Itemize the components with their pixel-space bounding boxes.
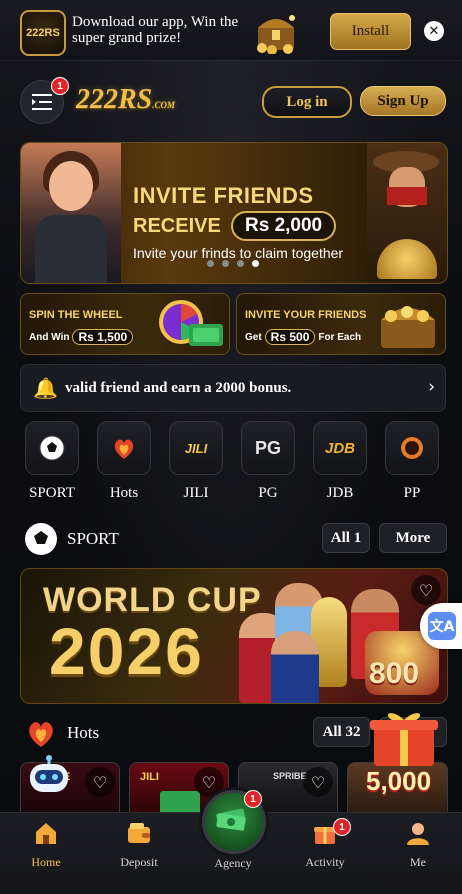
announcement-text: valid friend and earn a 2000 bonus. [65, 380, 292, 396]
close-icon[interactable]: ✕ [424, 21, 444, 41]
nav-me[interactable]: Me [383, 820, 453, 870]
prize-wheel-icon [159, 300, 223, 346]
nav-deposit[interactable]: Deposit [104, 820, 174, 870]
nav-label: Deposit [120, 855, 158, 869]
carousel-dot-active[interactable] [252, 260, 259, 267]
promo-amount: Rs 1,500 [72, 329, 134, 345]
announcement-bar[interactable]: 🔔 valid friend and earn a 2000 bonus. › [20, 364, 446, 412]
category-label: PG [258, 485, 278, 501]
home-icon [36, 823, 56, 844]
promo-prefix: Get [245, 331, 262, 343]
sport-more-button[interactable]: More [379, 523, 447, 553]
bell-icon: 🔔 [33, 376, 58, 400]
carousel-indicators [207, 260, 259, 267]
flame-heart-icon [29, 722, 53, 747]
brand-logo[interactable]: 222RS.COM [76, 84, 175, 116]
world-cup-banner[interactable]: WORLD CUP 2026 800 ♡ [20, 568, 448, 704]
sport-all-button[interactable]: All 1 [322, 523, 370, 553]
category-hots[interactable]: Hots [96, 421, 152, 502]
hots-section-title: Hots [67, 723, 100, 742]
category-pp[interactable]: PP [384, 421, 440, 502]
login-button[interactable]: Log in [262, 86, 352, 118]
all-count: 1 [353, 529, 362, 546]
menu-list-icon [32, 94, 52, 110]
nav-label: Me [410, 855, 426, 869]
banner-receive-label: RECEIVE [133, 215, 221, 237]
spin-wheel-card[interactable]: SPIN THE WHEEL And Win Rs 1,500 [20, 293, 230, 355]
nav-agency[interactable]: Agency [198, 852, 268, 871]
translate-icon: 文A [428, 612, 456, 640]
flame-heart-icon [97, 421, 151, 475]
banner-woman-illustration [21, 143, 121, 283]
promo-line: And Win Rs 1,500 [29, 329, 134, 345]
world-cup-prize: 800 [369, 657, 420, 690]
category-pg[interactable]: PG PG [240, 421, 296, 502]
signup-button[interactable]: Sign Up [360, 86, 446, 116]
favorite-heart-icon[interactable]: ♡ [411, 575, 441, 605]
category-label: SPORT [29, 485, 75, 501]
game-provider-tag: SPRIBE [273, 771, 307, 781]
pg-logo-icon: PG [241, 421, 295, 475]
treasure-chest-icon [381, 306, 435, 348]
jili-logo-icon: JILI [169, 421, 223, 475]
user-icon [407, 823, 429, 845]
world-cup-year: 2026 [49, 614, 204, 688]
invite-friends-card[interactable]: INVITE YOUR FRIENDS Get Rs 500 For Each [236, 293, 446, 355]
category-label: Hots [109, 485, 139, 501]
banner-subtitle: Invite your frinds to claim together [133, 245, 344, 261]
menu-notification-badge: 1 [51, 77, 69, 95]
promo-amount: Rs 500 [264, 329, 316, 345]
promo-title: INVITE YOUR FRIENDS [245, 309, 367, 321]
gift-amount: 5,000 [366, 766, 432, 796]
nav-label: Agency [214, 856, 252, 870]
soccer-ball-icon [25, 421, 79, 475]
carousel-dot[interactable] [237, 260, 244, 267]
nav-label: Home [31, 855, 61, 869]
robot-assistant-icon[interactable] [26, 754, 72, 796]
category-label: JDB [326, 485, 354, 501]
carousel-dot[interactable] [222, 260, 229, 267]
category-label: PP [403, 485, 421, 501]
banner-title: INVITE FRIENDS [133, 183, 314, 208]
translate-button[interactable]: 文A [420, 603, 462, 649]
jdb-logo-icon: JDB [313, 421, 367, 475]
banner-amount: Rs 2,000 [231, 211, 337, 241]
category-label: JILI [183, 485, 209, 501]
app-logo-icon: 222RS [20, 10, 66, 56]
promo-title: SPIN THE WHEEL [29, 309, 123, 321]
wallet-icon [128, 823, 150, 843]
all-label: All [322, 723, 342, 740]
nav-home[interactable]: Home [11, 820, 81, 870]
download-message: Download our app, Win the super grand pr… [72, 14, 239, 46]
brand-name: 222RS [76, 84, 153, 115]
gift-5000-promo[interactable]: 5,000 [356, 708, 450, 804]
game-provider-tag: JILI [140, 771, 159, 783]
sport-section-title: SPORT [67, 529, 119, 548]
banner-cowboy-illustration [367, 143, 447, 283]
player-illustration [271, 631, 319, 703]
pp-logo-icon [385, 421, 439, 475]
all-label: All [330, 529, 350, 546]
carousel-dot[interactable] [207, 260, 214, 267]
treasure-chest-icon [257, 15, 295, 54]
promo-prefix: And Win [29, 331, 70, 343]
gift-box-icon [370, 713, 438, 766]
chevron-right-icon[interactable]: › [428, 377, 435, 397]
favorite-heart-icon[interactable]: ♡ [303, 767, 333, 797]
category-jili[interactable]: JILI JILI [168, 421, 224, 502]
activity-badge: 1 [333, 818, 351, 836]
category-jdb[interactable]: JDB JDB [312, 421, 368, 502]
soccer-ball-icon [25, 523, 57, 555]
install-button[interactable]: Install [330, 13, 411, 50]
brand-suffix: .COM [152, 100, 176, 110]
category-sport[interactable]: SPORT [24, 421, 80, 502]
favorite-heart-icon[interactable]: ♡ [85, 767, 115, 797]
promo-line: Get Rs 500 For Each [245, 329, 361, 345]
promo-suffix: For Each [318, 331, 362, 343]
nav-label: Activity [305, 855, 345, 869]
agency-badge: 1 [244, 790, 262, 808]
